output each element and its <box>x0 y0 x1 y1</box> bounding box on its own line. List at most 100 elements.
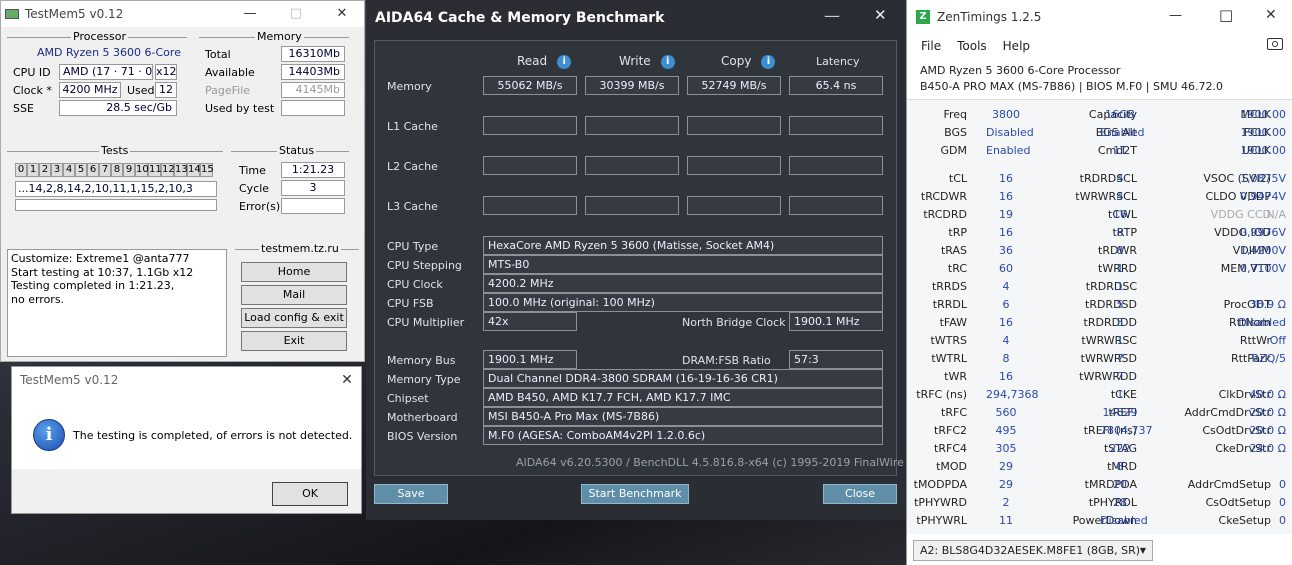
timing-value: 4 <box>1116 190 1124 203</box>
processor-group-label: Processor <box>71 30 128 43</box>
home-button[interactable]: Home <box>241 262 347 282</box>
timing-label: tRAS <box>940 244 967 257</box>
cpu-id-label: CPU ID <box>13 66 51 79</box>
chipset-label: Chipset <box>387 392 429 405</box>
dialog-close-icon[interactable]: ✕ <box>331 367 363 393</box>
aida-close-btn[interactable]: Close <box>823 484 897 504</box>
timing-label: BGS <box>944 126 967 139</box>
timing-value: 16 <box>1113 208 1127 221</box>
nb-clock-value: 1900.1 MHz <box>789 312 883 331</box>
chipset-value: AMD B450, AMD K17.7 FCH, AMD K17.7 IMC <box>483 388 883 407</box>
timing-value: 20.0 Ω <box>1249 424 1286 437</box>
timing-value: 8 <box>1116 460 1124 473</box>
timing-value: 0,7100V <box>1239 262 1286 275</box>
memory-group-label: Memory <box>255 30 304 43</box>
timing-value: 24.0 Ω <box>1249 442 1286 455</box>
menu-tools[interactable]: Tools <box>957 39 987 53</box>
time-label: Time <box>239 164 266 177</box>
cpu-multiplier-label: CPU Multiplier <box>387 316 465 329</box>
aida-minimize-button[interactable]: — <box>824 6 840 25</box>
start-benchmark-button[interactable]: Start Benchmark <box>581 484 689 504</box>
memory-latency-value: 65.4 ns <box>789 76 883 95</box>
cpu-threads-field: x12 <box>155 64 177 80</box>
row-l1-label: L1 Cache <box>387 120 438 133</box>
load-config-button[interactable]: Load config & exit <box>241 308 347 328</box>
row-l3-label: L3 Cache <box>387 200 438 213</box>
timing-label: tRCDRD <box>923 208 967 221</box>
col-read-label: Read i <box>517 54 572 69</box>
timing-label: tFAW <box>939 316 967 329</box>
log-line: no errors. <box>11 292 65 306</box>
test-number-13: 13 <box>174 163 188 177</box>
l1-latency-value <box>789 116 883 135</box>
status-group-label: Status <box>277 144 317 157</box>
save-button[interactable]: Save <box>374 484 448 504</box>
zen-minimize-button[interactable]: — <box>1169 8 1182 23</box>
memory-read-value: 55062 MB/s <box>483 76 577 95</box>
used-label: Used <box>127 84 155 97</box>
timing-value: 0 <box>1279 496 1286 509</box>
cpu-stepping-value: MTS-B0 <box>483 255 883 274</box>
timing-value: 1,0875V <box>1239 172 1286 185</box>
sse-field: 28.5 sec/Gb <box>59 100 177 116</box>
read-info-icon[interactable]: i <box>557 54 572 69</box>
cpu-name: AMD Ryzen 5 3600 6-Core <box>37 46 181 59</box>
chevron-down-icon: ▼ <box>1139 546 1146 555</box>
aida-window: AIDA64 Cache & Memory Benchmark — ✕ Read… <box>366 0 928 520</box>
zen-close-button[interactable]: ✕ <box>1265 7 1277 23</box>
minimize-button[interactable]: — <box>227 1 273 27</box>
timing-label: GDM <box>940 144 968 157</box>
timing-value: RZQ/5 <box>1251 352 1286 365</box>
timing-value: 0 <box>1279 514 1286 527</box>
l3-copy-value <box>687 196 781 215</box>
timing-value: 7 <box>1116 370 1124 383</box>
l1-copy-value <box>687 116 781 135</box>
timing-value: 222 <box>1109 442 1131 455</box>
copy-info-icon[interactable]: i <box>761 54 776 69</box>
screenshot-camera-icon[interactable] <box>1267 38 1283 50</box>
close-button[interactable]: ✕ <box>319 1 365 27</box>
l2-copy-value <box>687 156 781 175</box>
motherboard-label: Motherboard <box>387 411 458 424</box>
zen-menubar: File Tools Help <box>921 39 1030 53</box>
timing-label: tRC <box>947 262 967 275</box>
motherboard-value: MSI B450-A Pro Max (MS-7B86) <box>483 407 883 426</box>
memory-write-value: 30399 MB/s <box>585 76 679 95</box>
used-field: 12 <box>155 82 177 98</box>
mail-button[interactable]: Mail <box>241 285 347 305</box>
timing-label: tPHYWRL <box>916 514 967 527</box>
timing-value: 5 <box>1116 298 1124 311</box>
timing-value: 8 <box>1116 244 1124 257</box>
menu-file[interactable]: File <box>921 39 941 53</box>
test-sequence-field: ...14,2,8,14,2,10,11,1,15,2,10,3 <box>15 181 217 197</box>
zen-maximize-button[interactable]: □ <box>1219 6 1233 24</box>
timing-value: 20.0 Ω <box>1249 406 1286 419</box>
timing-label: tWR <box>944 370 967 383</box>
time-field: 1:21.23 <box>281 162 345 178</box>
test-log[interactable]: Customize: Extreme1 @anta777 Start testin… <box>7 249 227 357</box>
timing-value: 1900.00 <box>1240 144 1287 157</box>
timing-label: tMODPDA <box>913 478 967 491</box>
pagefile-field: 4145Mb <box>281 82 345 98</box>
col-copy-label: Copy i <box>721 54 776 69</box>
exit-button[interactable]: Exit <box>241 331 347 351</box>
test-number-1: 1 <box>27 163 39 177</box>
log-line: Testing completed in 1:21.23, <box>11 279 175 292</box>
cpu-clock-value: 4200.2 MHz <box>483 274 883 293</box>
timing-value: 14829 <box>1102 406 1138 419</box>
timing-label: tRRDL <box>932 298 967 311</box>
timing-value: 1 <box>1116 334 1124 347</box>
timing-value: 1 <box>1116 388 1124 401</box>
log-line: Customize: Extreme1 @anta777 <box>11 252 190 265</box>
ok-button[interactable]: OK <box>272 482 348 506</box>
l2-read-value <box>483 156 577 175</box>
progress-bar <box>15 199 217 211</box>
menu-help[interactable]: Help <box>1003 39 1030 53</box>
aida-close-button[interactable]: ✕ <box>874 6 887 24</box>
maximize-button: □ <box>289 6 303 21</box>
info-icon: i <box>33 419 65 451</box>
memory-type-value: Dual Channel DDR4-3800 SDRAM (16-19-16-3… <box>483 369 883 388</box>
write-info-icon[interactable]: i <box>660 54 675 69</box>
timing-value: 4 <box>1116 172 1124 185</box>
dimm-select[interactable]: A2: BLS8G4D32AESEK.M8FE1 (8GB, SR) ▼ <box>913 540 1153 561</box>
